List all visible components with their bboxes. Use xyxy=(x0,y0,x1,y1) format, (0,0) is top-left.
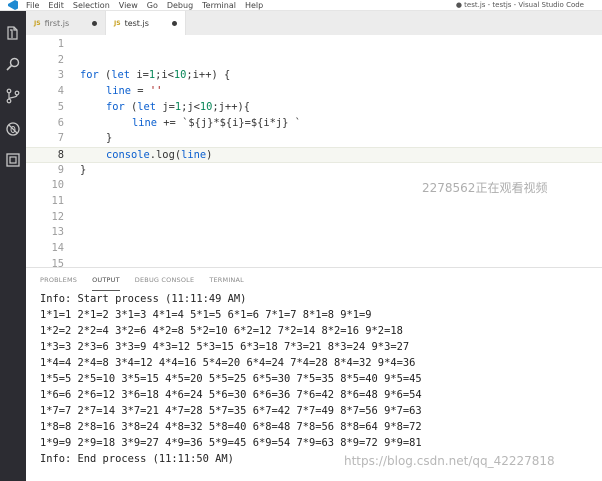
code-line[interactable]: 6 line += `${j}*${i}=${i*j} ` xyxy=(26,116,602,132)
vscode-logo-icon xyxy=(0,0,26,11)
menu-edit[interactable]: Edit xyxy=(48,0,64,11)
menu-go[interactable]: Go xyxy=(147,0,158,11)
output-line: 1*5=5 2*5=10 3*5=15 4*5=20 5*5=25 6*5=30… xyxy=(40,373,422,385)
extensions-icon[interactable] xyxy=(5,152,21,168)
line-number: 9 xyxy=(57,163,64,176)
tab-label: test.js xyxy=(124,18,149,28)
panel-tabs: PROBLEMS OUTPUT DEBUG CONSOLE TERMINAL xyxy=(40,273,244,291)
code-line[interactable]: 14 xyxy=(26,241,602,257)
line-number: 5 xyxy=(57,100,64,113)
js-file-icon: JS xyxy=(34,19,41,27)
menu-help[interactable]: Help xyxy=(245,0,263,11)
code-text: console.log(line) xyxy=(106,148,213,161)
code-line[interactable]: 1 xyxy=(26,37,602,53)
code-text: for (let i=1;i<10;i++) { xyxy=(80,69,231,82)
code-line[interactable]: 5 for (let j=1;j<10;j++){ xyxy=(26,100,602,116)
code-line[interactable]: 12 xyxy=(26,210,602,226)
menu-view[interactable]: View xyxy=(119,0,138,11)
line-number: 6 xyxy=(57,116,64,129)
editor-tabs: JS first.js JS test.js xyxy=(26,11,602,35)
line-number: 4 xyxy=(57,85,64,98)
line-number: 12 xyxy=(51,210,64,223)
menu-file[interactable]: File xyxy=(26,0,39,11)
line-number: 10 xyxy=(51,179,64,192)
tab-first-js[interactable]: JS first.js xyxy=(26,11,106,35)
tab-debug-console[interactable]: DEBUG CONSOLE xyxy=(135,273,195,291)
output-panel: PROBLEMS OUTPUT DEBUG CONSOLE TERMINAL I… xyxy=(26,267,602,481)
debug-icon[interactable] xyxy=(5,121,21,137)
output-line: 1*4=4 2*4=8 3*4=12 4*4=16 5*4=20 6*4=24 … xyxy=(40,357,416,369)
output-line: Info: End process (11:11:50 AM) xyxy=(40,453,234,465)
menu-bar: File Edit Selection View Go Debug Termin… xyxy=(26,0,263,11)
window-title: ● test.js - testjs - Visual Studio Code xyxy=(455,1,584,9)
line-number: 7 xyxy=(57,132,64,145)
menu-selection[interactable]: Selection xyxy=(73,0,110,11)
output-line: 1*1=1 2*1=2 3*1=3 4*1=4 5*1=5 6*1=6 7*1=… xyxy=(40,309,372,321)
code-line-current[interactable]: 8 console.log(line) xyxy=(26,146,602,163)
activity-bar xyxy=(0,11,26,481)
output-line: 1*9=9 2*9=18 3*9=27 4*9=36 5*9=45 6*9=54… xyxy=(40,437,422,449)
line-number: 1 xyxy=(57,38,64,50)
code-line[interactable]: 2 xyxy=(26,53,602,69)
output-line: 1*3=3 2*3=6 3*3=9 4*3=12 5*3=15 6*3=18 7… xyxy=(40,341,410,353)
output-line: Info: Start process (11:11:49 AM) xyxy=(40,293,247,305)
code-editor[interactable]: 1 2 3 for (let i=1;i<10;i++) { 4 line = ''… xyxy=(26,35,602,302)
line-number: 2 xyxy=(57,53,64,66)
title-bar: File Edit Selection View Go Debug Termin… xyxy=(0,0,602,11)
tab-problems[interactable]: PROBLEMS xyxy=(40,273,77,291)
code-text: } xyxy=(80,163,87,176)
code-text: for (let j=1;j<10;j++){ xyxy=(106,100,250,113)
code-line[interactable]: 7} xyxy=(26,131,602,147)
code-line[interactable]: 13 xyxy=(26,225,602,241)
line-number: 3 xyxy=(57,69,64,82)
code-line[interactable]: 9} xyxy=(26,163,602,179)
tab-label: first.js xyxy=(44,18,70,28)
js-file-icon: JS xyxy=(114,19,121,27)
output-line: 1*7=7 2*7=14 3*7=21 4*7=28 5*7=35 6*7=42… xyxy=(40,405,422,417)
menu-terminal[interactable]: Terminal xyxy=(202,0,236,11)
output-line: 1*6=6 2*6=12 3*6=18 4*6=24 5*6=30 6*6=36… xyxy=(40,389,422,401)
unsaved-dot-icon[interactable] xyxy=(172,20,177,26)
output-line: 1*8=8 2*8=16 3*8=24 4*8=32 5*8=40 6*8=48… xyxy=(40,421,422,433)
unsaved-dot-icon[interactable] xyxy=(92,20,97,26)
search-icon[interactable] xyxy=(5,56,21,72)
line-number: 14 xyxy=(51,242,64,255)
line-number: 8 xyxy=(57,148,64,161)
source-control-icon[interactable] xyxy=(5,88,21,104)
tab-terminal[interactable]: TERMINAL xyxy=(209,273,244,291)
code-text: line = '' xyxy=(106,85,163,98)
tab-output[interactable]: OUTPUT xyxy=(92,273,120,291)
line-number: 11 xyxy=(51,195,64,207)
viewer-watermark: 2278562正在观看视频 xyxy=(422,181,548,195)
output-line: 1*2=2 2*2=4 3*2=6 4*2=8 5*2=10 6*2=12 7*… xyxy=(40,325,403,337)
code-text: } xyxy=(106,132,113,145)
code-text: line += `${j}*${i}=${i*j} ` xyxy=(132,116,301,129)
line-number: 13 xyxy=(51,226,64,239)
code-line[interactable]: 11 xyxy=(26,194,602,210)
menu-debug[interactable]: Debug xyxy=(167,0,193,11)
code-line[interactable]: 3 for (let i=1;i<10;i++) { xyxy=(26,68,602,84)
source-watermark: https://blog.csdn.net/qq_42227818 xyxy=(344,454,555,468)
tab-test-js[interactable]: JS test.js xyxy=(106,11,186,35)
code-line[interactable]: 4 line = '' xyxy=(26,84,602,100)
explorer-icon[interactable] xyxy=(5,25,21,41)
